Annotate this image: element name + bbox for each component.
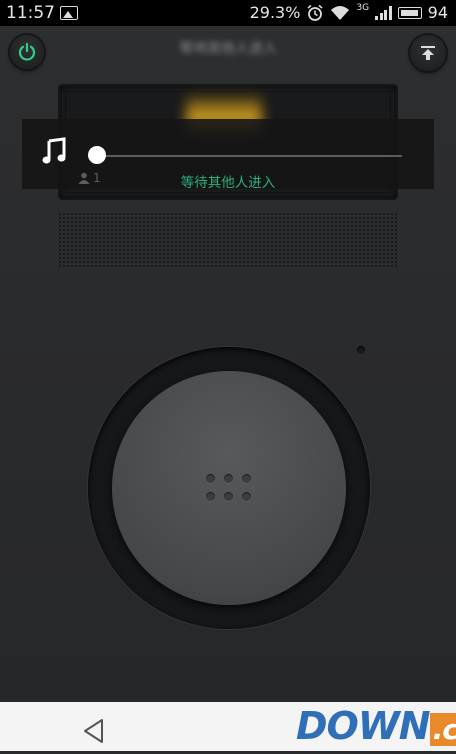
dial-grip-dots-icon <box>206 474 252 502</box>
app-main: 等待其他人进入 1 等待其他人进入 <box>0 26 456 702</box>
waiting-status-text: 等待其他人进入 <box>180 175 276 191</box>
power-icon <box>18 42 36 61</box>
watermark-down: DOWN <box>296 704 431 748</box>
upload-button[interactable] <box>410 35 446 71</box>
battery-percent-text: 29.3% <box>249 3 301 22</box>
volume-slider-knob[interactable] <box>88 146 106 164</box>
navigation-bar: DOWN.cc <box>0 702 456 751</box>
image-notification-icon <box>60 6 78 20</box>
music-overlay: 1 等待其他人进入 <box>22 119 434 191</box>
back-icon[interactable] <box>80 717 108 745</box>
status-right-group: 29.3% 3G 94 <box>249 2 448 23</box>
status-bar: 11:57 29.3% 3G 94 <box>0 0 456 26</box>
indicator-light <box>357 346 365 354</box>
page-title: 等待其他人进入 <box>179 41 277 57</box>
status-time: 11:57 <box>6 3 55 23</box>
watermark-cc: .cc <box>429 713 456 746</box>
battery-icon <box>397 6 422 19</box>
battery-level-text: 94 <box>427 3 448 22</box>
power-button[interactable] <box>10 35 44 69</box>
speaker-grille <box>58 212 398 268</box>
upload-icon <box>421 46 435 60</box>
network-type: 3G <box>356 2 370 13</box>
volume-slider-track[interactable] <box>90 155 402 157</box>
signal-icon <box>375 5 392 20</box>
watermark-logo: DOWN.cc <box>296 702 456 751</box>
music-note-icon[interactable] <box>42 137 68 165</box>
wifi-icon <box>331 5 350 20</box>
alarm-icon <box>307 4 323 21</box>
